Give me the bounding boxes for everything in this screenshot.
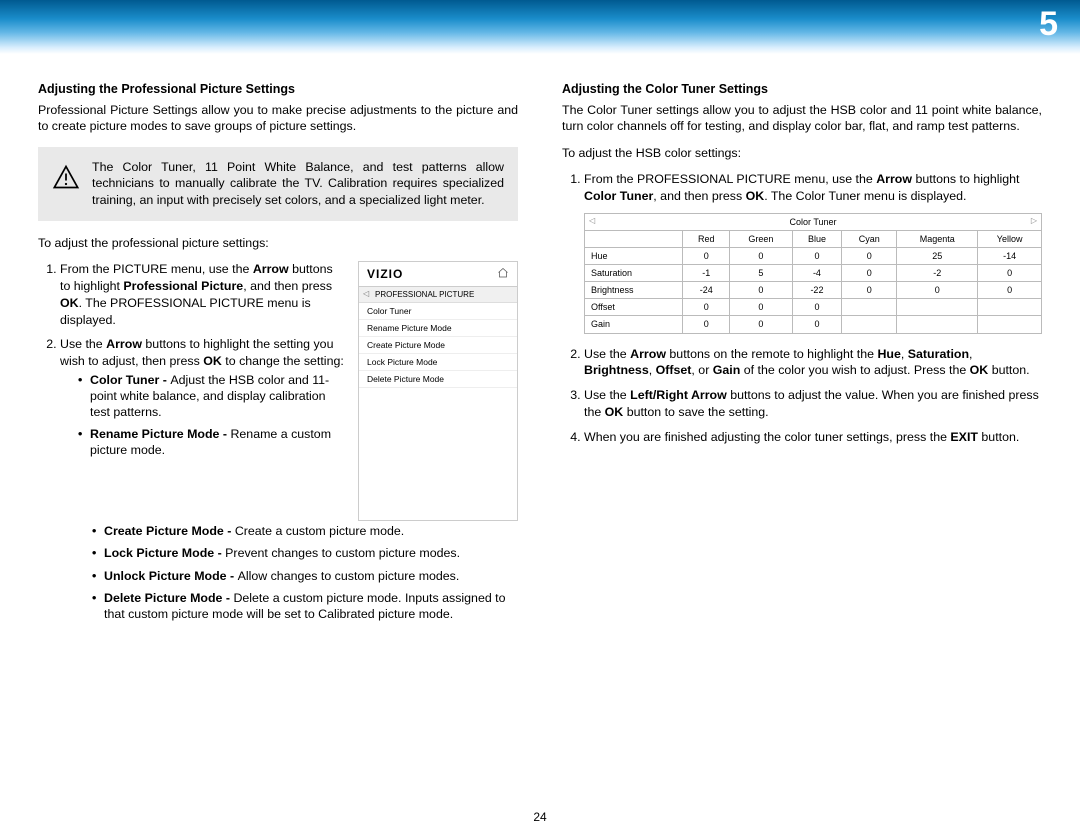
lead2-left: To adjust the professional picture setti…: [38, 235, 518, 251]
step-4-right: When you are finished adjusting the colo…: [584, 429, 1042, 446]
lead2-right: To adjust the HSB color settings:: [562, 145, 1042, 161]
vizio-logo: VIZIO: [367, 267, 403, 281]
bullet-delete: Delete Picture Mode - Delete a custom pi…: [92, 590, 518, 622]
steps-with-menu: From the PICTURE menu, use the Arrow but…: [38, 261, 518, 521]
warning-callout: The Color Tuner, 11 Point White Balance,…: [38, 147, 518, 221]
step-3-right: Use the Left/Right Arrow buttons to adju…: [584, 387, 1042, 420]
warning-icon: [52, 163, 80, 191]
table-row: Gain000: [585, 316, 1042, 333]
tv-menu-item: Rename Picture Mode: [359, 320, 517, 337]
right-column: Adjusting the Color Tuner Settings The C…: [562, 82, 1042, 628]
step-2-left: Use the Arrow buttons to highlight the s…: [60, 336, 344, 458]
intro-left: Professional Picture Settings allow you …: [38, 102, 518, 135]
bullet-lock: Lock Picture Mode - Prevent changes to c…: [92, 545, 518, 561]
bullet-create: Create Picture Mode - Create a custom pi…: [92, 523, 518, 539]
bullet-color-tuner: Color Tuner - Adjust the HSB color and 1…: [78, 372, 344, 420]
table-row: Saturation-15-40-20: [585, 265, 1042, 282]
steps-right: From the PROFESSIONAL PICTURE menu, use …: [562, 171, 1042, 445]
tv-menu-item: Color Tuner: [359, 303, 517, 320]
bullets-inner: Color Tuner - Adjust the HSB color and 1…: [60, 372, 344, 459]
table-row: Hue000025-14: [585, 247, 1042, 264]
page-footer: 24: [0, 810, 1080, 824]
tv-menu-screenshot: VIZIO PROFESSIONAL PICTURE Color Tuner R…: [358, 261, 518, 521]
bullets-continued: Create Picture Mode - Create a custom pi…: [38, 523, 518, 622]
page-number: 24: [533, 810, 546, 824]
triangle-left-icon: ◁: [589, 216, 595, 227]
table-row: Brightness-240-22000: [585, 282, 1042, 299]
intro-right: The Color Tuner settings allow you to ad…: [562, 102, 1042, 135]
chapter-number: 5: [1039, 7, 1058, 41]
bullet-rename: Rename Picture Mode - Rename a custom pi…: [78, 426, 344, 458]
step-1-right: From the PROFESSIONAL PICTURE menu, use …: [584, 171, 1042, 333]
tv-menu-item: Create Picture Mode: [359, 337, 517, 354]
callout-text: The Color Tuner, 11 Point White Balance,…: [92, 159, 504, 209]
table-header-row: Red Green Blue Cyan Magenta Yellow: [585, 230, 1042, 247]
bullet-unlock: Unlock Picture Mode - Allow changes to c…: [92, 568, 518, 584]
table-row: Offset000: [585, 299, 1042, 316]
page-body: Adjusting the Professional Picture Setti…: [0, 54, 1080, 628]
home-icon: [497, 267, 509, 281]
triangle-right-icon: ▷: [1031, 216, 1037, 227]
tv-menu-item: Lock Picture Mode: [359, 354, 517, 371]
step-2-right: Use the Arrow buttons on the remote to h…: [584, 346, 1042, 379]
table-title: ◁Color Tuner▷: [585, 213, 1042, 230]
tv-menu-title: PROFESSIONAL PICTURE: [359, 287, 517, 303]
color-tuner-table: ◁Color Tuner▷ Red Green Blue Cyan Magent…: [584, 213, 1042, 334]
tv-menu-header: VIZIO: [359, 262, 517, 287]
heading-left: Adjusting the Professional Picture Setti…: [38, 82, 518, 96]
steps-left: From the PICTURE menu, use the Arrow but…: [38, 261, 344, 466]
left-column: Adjusting the Professional Picture Setti…: [38, 82, 518, 628]
chapter-header: 5: [0, 0, 1080, 54]
step-1-left: From the PICTURE menu, use the Arrow but…: [60, 261, 344, 328]
heading-right: Adjusting the Color Tuner Settings: [562, 82, 1042, 96]
tv-menu-item: Delete Picture Mode: [359, 371, 517, 388]
